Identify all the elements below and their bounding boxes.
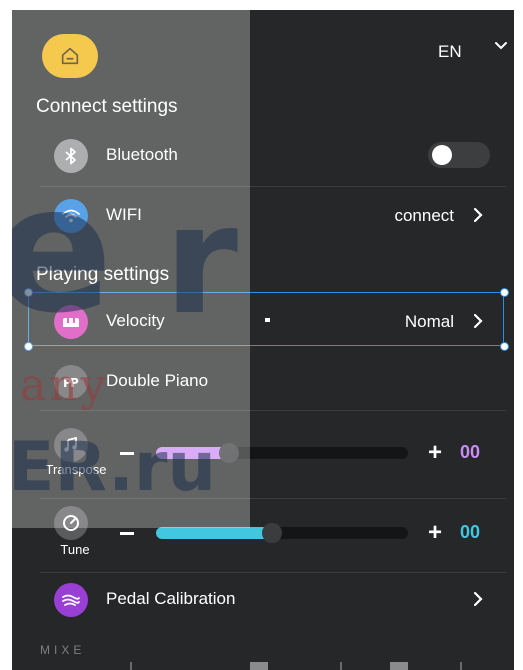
chevron-right-icon[interactable] [472,207,484,223]
transpose-value: 00 [460,442,481,462]
toggle-knob [432,145,452,165]
settings-screen: EN Connect settings Bluetooth WIFI conne… [12,10,514,670]
pedal-calibration-row[interactable]: Pedal Calibration [40,572,506,628]
transpose-slider[interactable] [156,443,408,463]
tab-separator [460,662,462,670]
transpose-increase-button[interactable]: + [428,439,442,467]
svg-text:P: P [70,376,79,390]
tuning-icon [54,506,88,540]
tune-slider-thumb[interactable] [261,523,282,543]
wifi-label: WIFI [106,205,142,224]
bluetooth-toggle[interactable] [428,142,490,168]
music-note-icon [54,428,88,462]
selection-handle[interactable] [500,288,509,297]
pedal-calibration-label: Pedal Calibration [106,589,236,608]
tab-icon-partial [250,662,268,670]
tune-decrease-button[interactable] [120,532,134,535]
tune-label: Tune [60,542,90,557]
partial-section-title: MIXE [40,643,86,657]
bluetooth-row: Bluetooth [40,128,506,184]
bluetooth-label: Bluetooth [106,145,178,164]
tune-slider[interactable] [156,523,408,543]
double-piano-label: Double Piano [106,371,209,390]
selection-handle[interactable] [24,342,33,351]
tab-separator [130,662,132,670]
transpose-label: Transpose [45,462,107,477]
cursor-marker [265,318,270,322]
home-button[interactable] [42,34,98,78]
double-piano-row[interactable]: P P Double Piano [40,354,506,410]
selection-handle[interactable] [500,342,509,351]
home-icon [61,47,79,65]
wifi-icon [54,199,88,233]
bluetooth-icon [54,139,88,173]
chevron-right-icon[interactable] [472,591,484,607]
tune-increase-button[interactable]: + [428,519,442,547]
double-piano-icon: P P [54,365,88,399]
pedal-icon [54,583,88,617]
transpose-decrease-button[interactable] [120,452,134,455]
divider [40,498,506,499]
wifi-status: connect [394,206,454,225]
chevron-down-icon[interactable] [494,39,508,53]
section-title-connect: Connect settings [36,96,178,117]
section-title-playing: Playing settings [36,264,170,285]
tab-icon-partial [390,662,408,670]
divider [40,186,506,187]
bottom-tab-bar [40,662,500,670]
selection-handle[interactable] [24,288,33,297]
transpose-slider-thumb[interactable] [219,443,240,463]
tune-value: 00 [460,522,481,542]
divider [40,410,506,411]
tab-separator [340,662,342,670]
wifi-row[interactable]: WIFI connect [40,188,506,244]
language-selector[interactable]: EN [438,42,462,62]
tune-slider-fill [156,527,272,539]
